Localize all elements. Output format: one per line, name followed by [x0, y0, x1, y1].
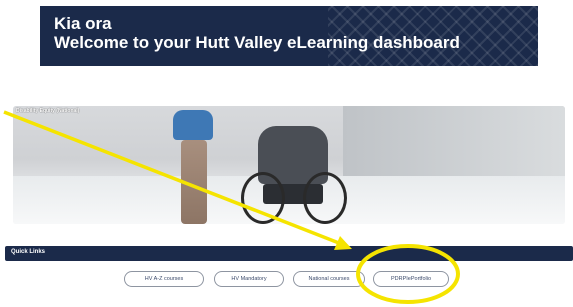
national-courses-button[interactable]: National courses — [293, 271, 365, 287]
hero-wall — [343, 106, 565, 176]
hv-mandatory-button[interactable]: HV Mandatory — [214, 271, 284, 287]
welcome-banner: Kia ora Welcome to your Hutt Valley eLea… — [40, 6, 538, 66]
welcome-greeting: Kia ora — [54, 14, 112, 33]
hero-walker-legs — [181, 140, 207, 224]
pdrp-eportfolio-button[interactable]: PDRPIePortfolio — [373, 271, 449, 287]
quick-links-title: Quick Links — [11, 249, 46, 255]
quick-links-header: Quick Links — [5, 246, 573, 261]
hero-walker-figure — [173, 110, 213, 140]
course-card-title: Disability Equity (National) — [16, 108, 80, 114]
welcome-text: Kia ora Welcome to your Hutt Valley eLea… — [54, 14, 460, 52]
hv-az-courses-button[interactable]: HV A-Z courses — [124, 271, 204, 287]
welcome-title: Welcome to your Hutt Valley eLearning da… — [54, 33, 460, 52]
hero-wheel-left — [241, 172, 285, 224]
featured-course-card[interactable]: Disability Equity (National) — [13, 106, 565, 224]
hero-wheel-right — [303, 172, 347, 224]
